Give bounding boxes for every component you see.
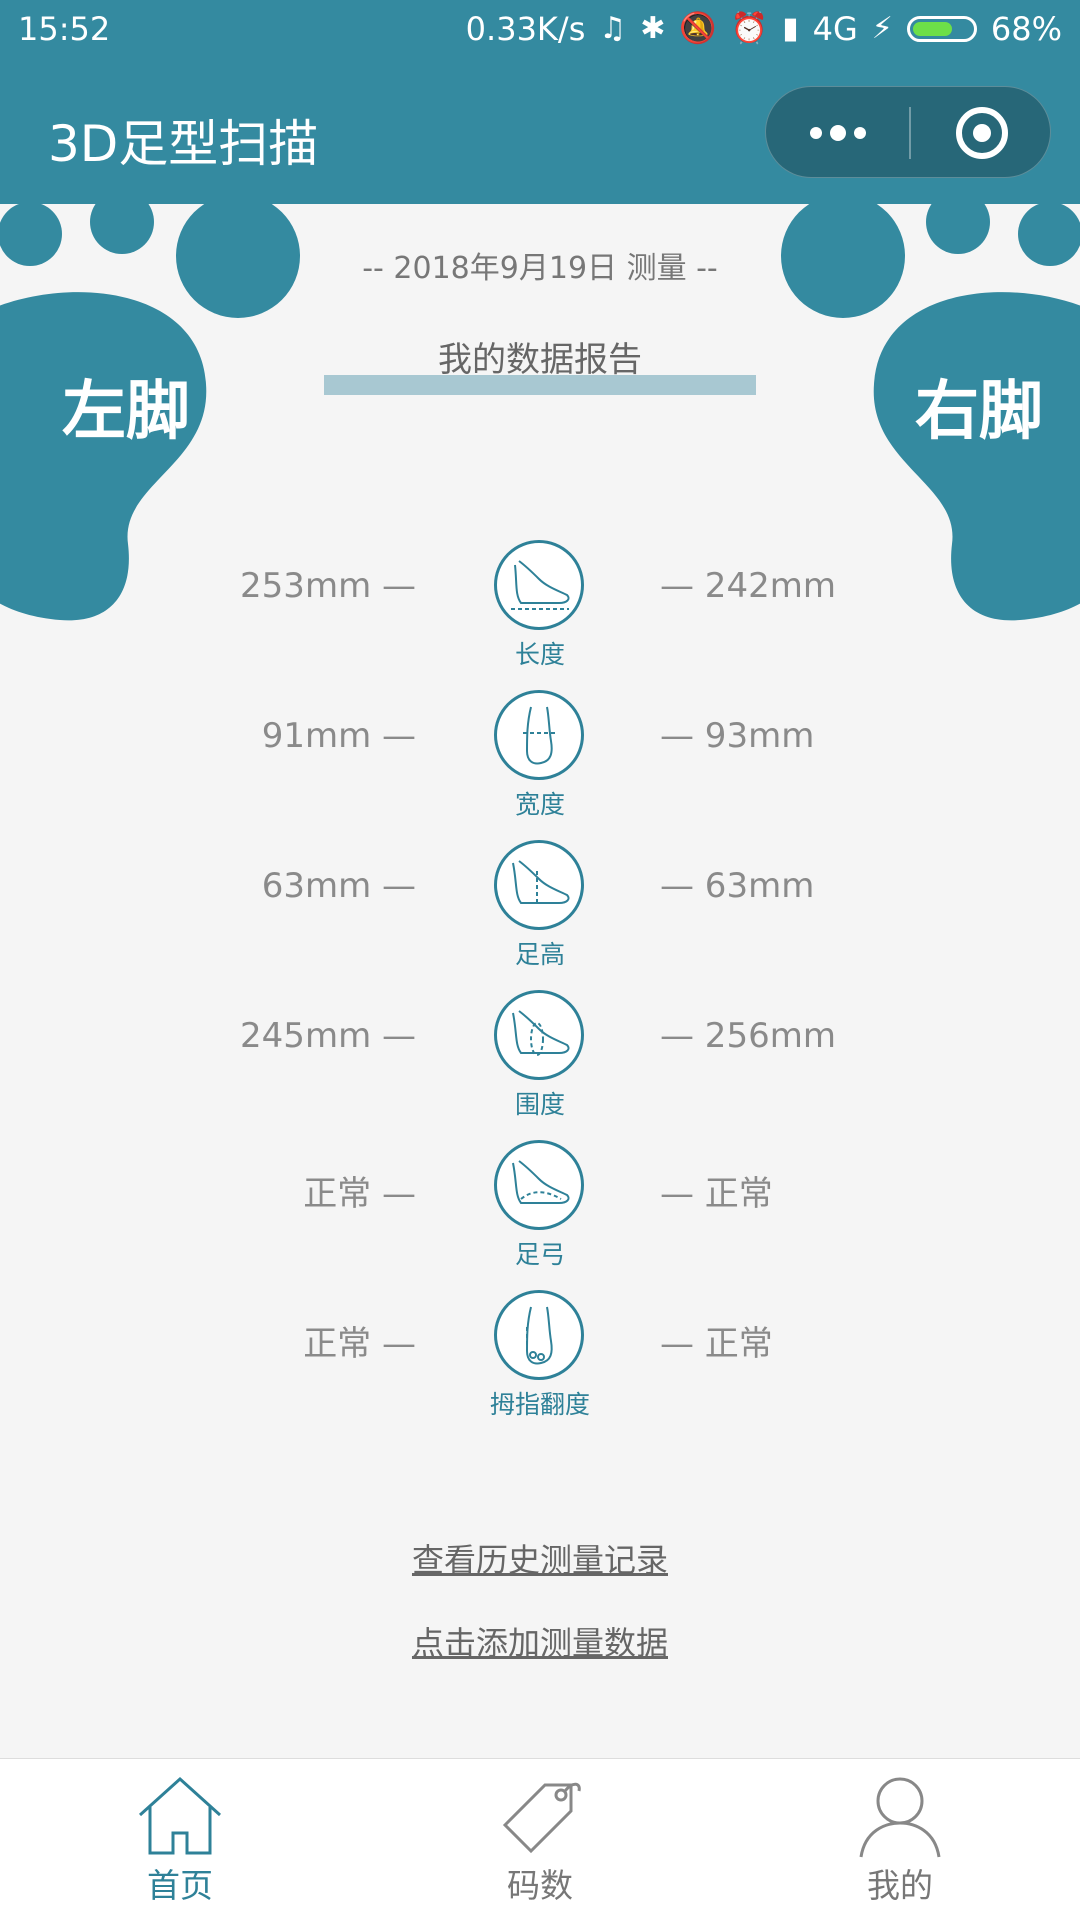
tab-size[interactable]: 码数 (360, 1759, 720, 1921)
foot-arch-icon (494, 1140, 584, 1230)
page-title: 3D足型扫描 (48, 115, 319, 173)
alarm-icon: ⏰ (730, 11, 769, 46)
right-value: — 正常 (660, 1174, 773, 1214)
history-link[interactable]: 查看历史测量记录 (0, 1535, 1080, 1581)
foot-length-icon (494, 540, 584, 630)
measurement-row: 253mm — — 242mm 长度 (0, 540, 1080, 680)
right-value: — 93mm (660, 716, 815, 756)
more-dot-icon (853, 127, 866, 139)
mute-bell-icon: 🔕 (679, 11, 717, 46)
toe-angle-icon (494, 1290, 584, 1380)
tab-label: 首页 (147, 1866, 213, 1905)
measurement-row: 正常 — — 正常 拇指翻度 (0, 1290, 1080, 1430)
left-value: 63mm — (261, 866, 416, 906)
title-bar: 3D足型扫描 (0, 62, 1080, 204)
network-speed: 0.33K/s (465, 10, 586, 48)
measurement-row: 245mm — — 256mm 围度 (0, 990, 1080, 1130)
tag-icon (502, 1782, 581, 1854)
battery-percent: 68% (990, 10, 1062, 48)
left-value: 253mm — (240, 566, 416, 606)
tab-mine[interactable]: 我的 (720, 1759, 1080, 1921)
right-value: — 256mm (660, 1016, 836, 1056)
tab-label: 我的 (867, 1866, 933, 1905)
left-value: 正常 — (303, 1324, 416, 1364)
measurement-label: 足弓 (514, 1240, 565, 1269)
status-time: 15:52 (18, 10, 111, 48)
measurement-label: 宽度 (514, 790, 565, 819)
close-target-button[interactable] (956, 107, 1008, 159)
right-value: — 63mm (660, 866, 815, 906)
report-title-bar (324, 375, 756, 395)
user-icon (859, 1777, 941, 1858)
right-value: — 242mm (660, 566, 836, 606)
miniprogram-capsule (765, 86, 1051, 178)
network-type: 4G (812, 10, 858, 48)
measurement-row: 63mm — — 63mm 足高 (0, 840, 1080, 980)
home-icon (138, 1776, 222, 1855)
measurement-date: -- 2018年9月19日 测量 -- (362, 251, 718, 286)
bluetooth-icon: ✱ (640, 11, 666, 46)
left-value: 91mm — (261, 716, 416, 756)
measurement-row: 91mm — — 93mm 宽度 (0, 690, 1080, 830)
measurement-label: 长度 (514, 640, 565, 669)
charging-icon: ⚡ (871, 11, 893, 46)
foot-girth-icon (494, 990, 584, 1080)
battery-icon (906, 16, 977, 42)
right-value: — 正常 (660, 1324, 773, 1364)
more-dot-icon (809, 127, 822, 139)
headphone-icon: ♫ (599, 11, 627, 46)
measurement-label: 足高 (514, 940, 565, 969)
capsule-divider (909, 107, 911, 159)
status-bar: 15:52 0.33K/s ♫ ✱ 🔕 ⏰ ▮ 4G ⚡ 68% (0, 0, 1080, 62)
signal-icon: ▮ (782, 11, 799, 46)
status-icons: 0.33K/s ♫ ✱ 🔕 ⏰ ▮ 4G ⚡ 68% (466, 10, 1062, 48)
foot-width-icon (494, 690, 584, 780)
measurement-label: 围度 (514, 1090, 565, 1119)
tab-label: 码数 (507, 1866, 573, 1905)
measurement-label: 拇指翻度 (489, 1390, 590, 1419)
measurement-row: 正常 — — 正常 足弓 (0, 1140, 1080, 1280)
foot-height-icon (494, 840, 584, 930)
left-value: 正常 — (303, 1174, 416, 1214)
tab-home[interactable]: 首页 (0, 1759, 360, 1921)
more-button[interactable] (766, 87, 909, 179)
add-data-link[interactable]: 点击添加测量数据 (0, 1618, 1080, 1664)
left-value: 245mm — (240, 1016, 416, 1056)
tab-bar: 首页 码数 我的 (0, 1758, 1080, 1921)
report-title: 我的数据报告 (438, 340, 642, 380)
more-dot-icon (829, 125, 846, 141)
